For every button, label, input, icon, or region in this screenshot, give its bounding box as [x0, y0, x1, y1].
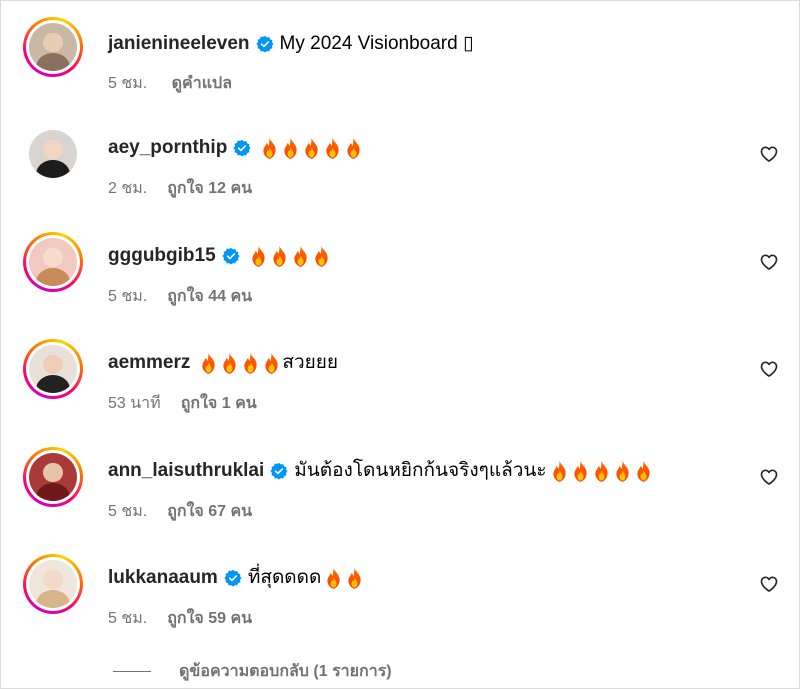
comment-timestamp: 5 ชม. [108, 503, 148, 520]
view-replies-label: ดูข้อความตอบกลับ (1 รายการ) [179, 663, 392, 680]
fire-emoji-icon [269, 245, 290, 267]
fire-emoji-icon [198, 352, 219, 374]
like-heart-icon[interactable] [759, 359, 779, 379]
comment-timestamp: 2 ชม. [108, 180, 148, 197]
avatar[interactable] [23, 554, 83, 614]
caption-text: My 2024 Visionboard ▯ [279, 33, 474, 54]
avatar[interactable] [23, 339, 83, 399]
comment-likes-count[interactable]: ถูกใจ 1 คน [181, 395, 257, 412]
comment-text: มันต้องโดนหยิกก้นจริงๆแล้วนะ [294, 460, 547, 481]
comment-likes-count[interactable]: ถูกใจ 67 คน [167, 503, 252, 520]
fire-emoji-icon [301, 137, 322, 159]
fire-emoji-icon [549, 460, 570, 482]
fire-emoji-icon [633, 460, 654, 482]
see-translation-button[interactable]: ดูคำแปล [172, 75, 232, 92]
comment-timestamp: 53 นาที [108, 395, 161, 412]
fire-emoji-icon [570, 460, 591, 482]
fire-emoji-icon [219, 352, 240, 374]
comment-text: ที่สุดดดด [247, 567, 322, 588]
fire-emoji-icon [248, 245, 269, 267]
like-heart-icon[interactable] [759, 574, 779, 594]
like-heart-icon[interactable] [759, 252, 779, 272]
view-replies-button[interactable]: ดูข้อความตอบกลับ (1 รายการ) [113, 659, 392, 684]
fire-emoji-icon [290, 245, 311, 267]
fire-emoji-icon [261, 352, 282, 374]
fire-emoji-icon [280, 137, 301, 159]
fire-emoji-icon [311, 245, 332, 267]
verified-badge-icon [233, 139, 251, 157]
fire-emoji-icon [240, 352, 261, 374]
fire-emoji-icon [322, 137, 343, 159]
verified-badge-icon [255, 35, 274, 53]
comment-timestamp: 5 ชม. [108, 288, 148, 305]
avatar[interactable] [23, 124, 83, 184]
caption-timestamp: 5 ชม. [108, 75, 148, 92]
fire-emoji-icon [612, 460, 633, 482]
comment-timestamp: 5 ชม. [108, 610, 148, 627]
fire-emoji-group [248, 245, 332, 267]
fire-emoji-icon [323, 567, 344, 589]
like-heart-icon[interactable] [759, 467, 779, 487]
avatar[interactable] [23, 17, 83, 77]
comment-username[interactable]: gggubgib15 [108, 244, 216, 268]
fire-emoji-icon [591, 460, 612, 482]
replies-divider [113, 671, 151, 672]
avatar[interactable] [23, 447, 83, 507]
fire-emoji-icon [343, 137, 364, 159]
comment-likes-count[interactable]: ถูกใจ 59 คน [167, 610, 252, 627]
comments-panel: janienineeleven My 2024 Visionboard ▯ 5 … [0, 0, 800, 689]
comment-username[interactable]: aey_pornthip [108, 136, 227, 160]
comment-likes-count[interactable]: ถูกใจ 12 คน [167, 180, 252, 197]
verified-badge-icon [224, 569, 242, 587]
fire-emoji-group [259, 137, 364, 159]
comment-username[interactable]: aemmerz [108, 351, 190, 375]
avatar[interactable] [23, 232, 83, 292]
fire-emoji-group [323, 567, 365, 589]
caption-username[interactable]: janienineeleven [108, 32, 250, 56]
verified-badge-icon [270, 462, 288, 480]
fire-emoji-group [549, 460, 654, 482]
comment-text: สวยยย [282, 352, 339, 373]
comment-username[interactable]: ann_laisuthruklai [108, 459, 264, 483]
fire-emoji-icon [344, 567, 365, 589]
fire-emoji-group [198, 352, 282, 374]
like-heart-icon[interactable] [759, 144, 779, 164]
verified-badge-icon [222, 247, 240, 265]
comment-username[interactable]: lukkanaaum [108, 566, 218, 590]
comment-likes-count[interactable]: ถูกใจ 44 คน [167, 288, 252, 305]
fire-emoji-icon [259, 137, 280, 159]
